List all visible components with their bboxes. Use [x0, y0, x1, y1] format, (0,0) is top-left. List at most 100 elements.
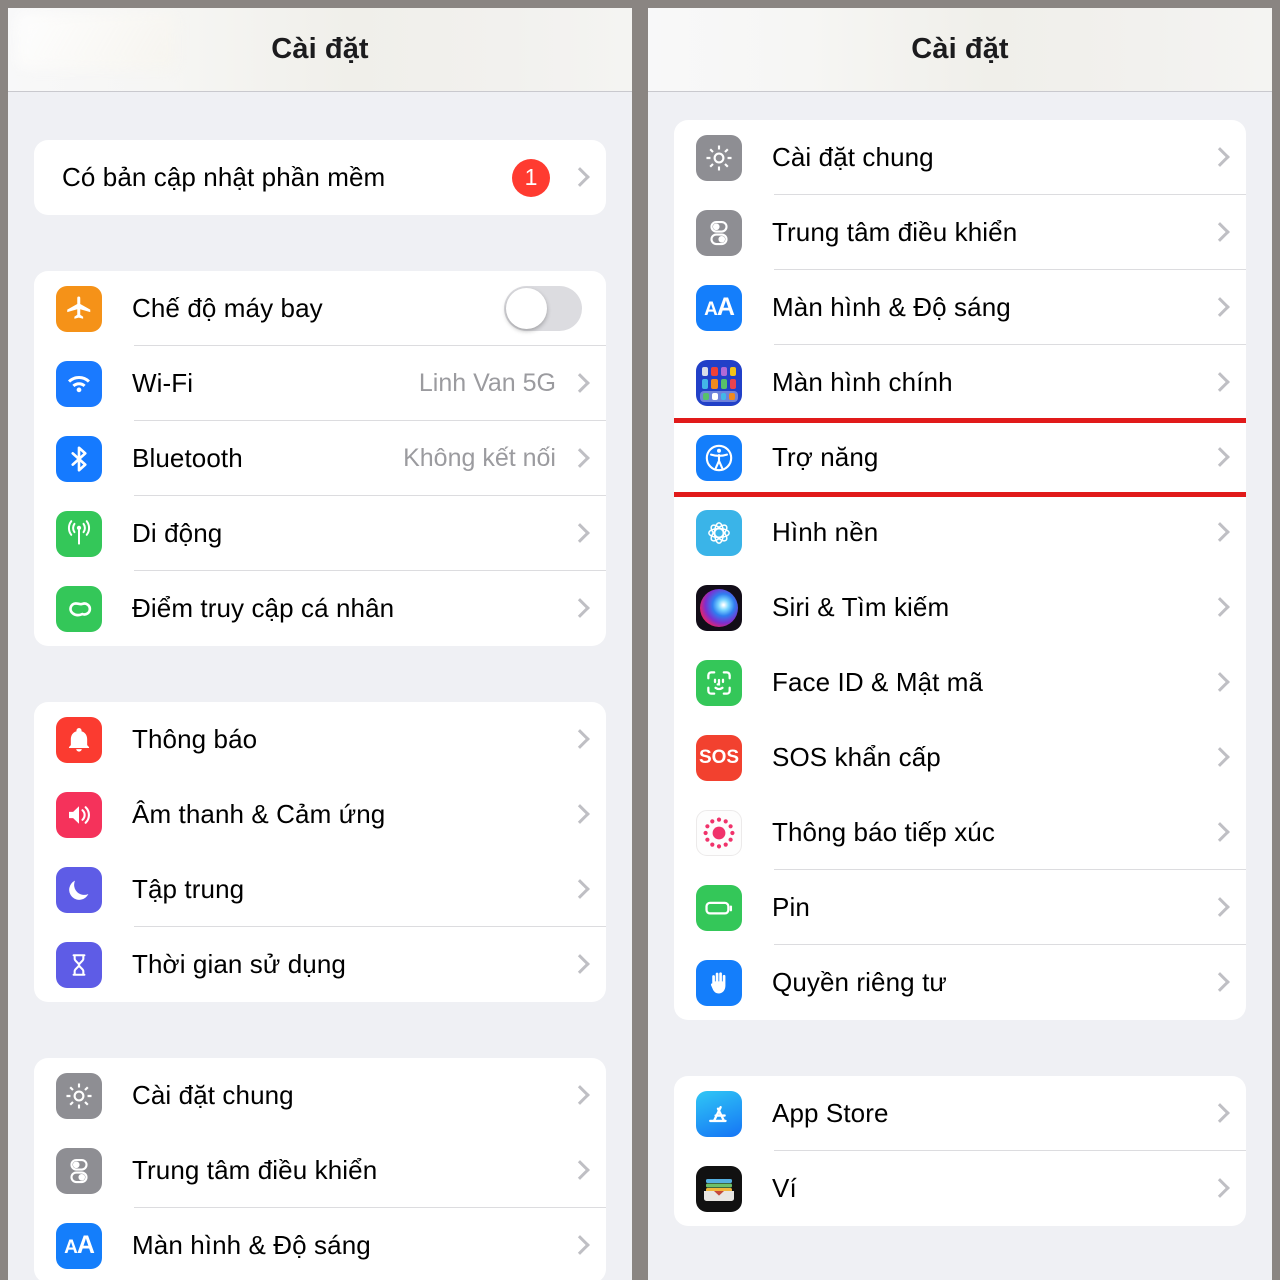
row-emergency-sos[interactable]: SOS SOS khẩn cấp: [674, 720, 1246, 795]
row-label: Thời gian sử dụng: [132, 949, 346, 979]
chevron-right-icon: [1212, 146, 1226, 170]
exposure-notification-icon: [696, 809, 742, 856]
row-label: SOS khẩn cấp: [772, 742, 941, 772]
row-value: Không kết nối: [403, 444, 556, 472]
row-label: Quyền riêng tư: [772, 967, 947, 997]
row-label: Âm thanh & Cảm ứng: [132, 799, 386, 829]
screenshot-stage: Cài đặt Có bản cập nhật phần mềm 1 Chế đ…: [0, 0, 1280, 1280]
group-notifications: Thông báo Âm thanh & Cảm ứng Tập trung T…: [34, 702, 606, 1002]
chevron-right-icon: [572, 597, 586, 621]
chevron-right-icon: [1212, 1102, 1226, 1126]
airplane-mode-toggle[interactable]: [504, 286, 582, 331]
row-label: Màn hình & Độ sáng: [132, 1230, 371, 1260]
row-label: Di động: [132, 518, 223, 548]
display-aa-icon: AA: [696, 284, 742, 331]
row-exposure-notifications[interactable]: Thông báo tiếp xúc: [674, 795, 1246, 870]
app-store-icon: [696, 1090, 742, 1137]
row-personal-hotspot[interactable]: Điểm truy cập cá nhân: [34, 571, 606, 646]
control-center-icon: [696, 209, 742, 256]
row-battery[interactable]: Pin: [674, 870, 1246, 945]
settings-panel-right: Cài đặt Cài đặt chung Trung tâm điều khi…: [648, 8, 1272, 1280]
row-label: Trung tâm điều khiển: [772, 217, 1018, 247]
chevron-right-icon: [1212, 446, 1226, 470]
chevron-right-icon: [1212, 821, 1226, 845]
row-wifi[interactable]: Wi-Fi Linh Van 5G: [34, 346, 606, 421]
chevron-right-icon: [1212, 1177, 1226, 1201]
group-system-right: Cài đặt chung Trung tâm điều khiển AA Mà…: [674, 120, 1246, 1020]
row-privacy[interactable]: Quyền riêng tư: [674, 945, 1246, 1020]
row-label: Hình nền: [772, 517, 879, 547]
row-display-brightness[interactable]: AA Màn hình & Độ sáng: [674, 270, 1246, 345]
siri-orb: [700, 588, 738, 627]
sos-icon: SOS: [696, 734, 742, 781]
row-wallpaper[interactable]: Hình nền: [674, 495, 1246, 570]
hourglass-icon: [56, 941, 102, 988]
row-airplane-mode[interactable]: Chế độ máy bay: [34, 271, 606, 346]
row-label: Siri & Tìm kiếm: [772, 592, 950, 622]
row-software-update[interactable]: Có bản cập nhật phần mềm 1: [34, 140, 606, 215]
group-stores: App Store Ví: [674, 1076, 1246, 1226]
bluetooth-icon: [56, 435, 102, 482]
row-face-id-passcode[interactable]: Face ID & Mật mã: [674, 645, 1246, 720]
chevron-right-icon: [1212, 371, 1226, 395]
navigation-bar-right: Cài đặt: [648, 8, 1272, 92]
row-label: Tập trung: [132, 874, 245, 904]
row-app-store[interactable]: App Store: [674, 1076, 1246, 1151]
battery-icon: [696, 884, 742, 931]
row-display-brightness[interactable]: AA Màn hình & Độ sáng: [34, 1208, 606, 1280]
home-grid: [696, 359, 742, 406]
settings-list-right[interactable]: Cài đặt chung Trung tâm điều khiển AA Mà…: [648, 92, 1272, 1280]
navigation-bar-left: Cài đặt: [8, 8, 632, 92]
row-value: Linh Van 5G: [418, 369, 556, 397]
gear-icon: [696, 134, 742, 181]
chevron-right-icon: [572, 878, 586, 902]
row-screen-time[interactable]: Thời gian sử dụng: [34, 927, 606, 1002]
row-label: Thông báo tiếp xúc: [772, 817, 995, 847]
row-focus[interactable]: Tập trung: [34, 852, 606, 927]
chevron-right-icon: [572, 166, 586, 190]
row-label: Wi-Fi: [132, 368, 194, 398]
row-wallet[interactable]: Ví: [674, 1151, 1246, 1226]
row-control-center[interactable]: Trung tâm điều khiển: [34, 1133, 606, 1208]
page-title-left: Cài đặt: [271, 33, 369, 65]
bell-icon: [56, 716, 102, 763]
chevron-right-icon: [1212, 971, 1226, 995]
control-center-icon: [56, 1147, 102, 1194]
row-cellular[interactable]: Di động: [34, 496, 606, 571]
row-label: Bluetooth: [132, 443, 243, 473]
chevron-right-icon: [572, 803, 586, 827]
chevron-right-icon: [572, 447, 586, 471]
row-label: Trợ năng: [772, 442, 879, 472]
chevron-right-icon: [572, 953, 586, 977]
row-notifications[interactable]: Thông báo: [34, 702, 606, 777]
row-general[interactable]: Cài đặt chung: [34, 1058, 606, 1133]
page-title-right: Cài đặt: [911, 33, 1009, 65]
siri-icon: [696, 584, 742, 631]
row-accessibility[interactable]: Trợ năng: [674, 418, 1246, 497]
row-label: Thông báo: [132, 724, 258, 754]
chevron-right-icon: [1212, 746, 1226, 770]
speaker-icon: [56, 791, 102, 838]
chevron-right-icon: [1212, 521, 1226, 545]
row-control-center[interactable]: Trung tâm điều khiển: [674, 195, 1246, 270]
row-label: Ví: [772, 1173, 797, 1203]
chevron-right-icon: [572, 372, 586, 396]
chevron-right-icon: [1212, 596, 1226, 620]
chevron-right-icon: [1212, 296, 1226, 320]
row-siri-search[interactable]: Siri & Tìm kiếm: [674, 570, 1246, 645]
row-label: App Store: [772, 1098, 889, 1128]
accessibility-icon: [696, 434, 742, 481]
chevron-right-icon: [572, 1159, 586, 1183]
row-general[interactable]: Cài đặt chung: [674, 120, 1246, 195]
chevron-right-icon: [572, 1234, 586, 1258]
settings-list-left[interactable]: Có bản cập nhật phần mềm 1 Chế độ máy ba…: [8, 92, 632, 1280]
cellular-icon: [56, 510, 102, 557]
face-id-icon: [696, 659, 742, 706]
status-badge: 1: [512, 158, 550, 197]
row-bluetooth[interactable]: Bluetooth Không kết nối: [34, 421, 606, 496]
row-label: Có bản cập nhật phần mềm: [62, 162, 386, 192]
row-sounds-haptics[interactable]: Âm thanh & Cảm ứng: [34, 777, 606, 852]
row-home-screen[interactable]: Màn hình chính: [674, 345, 1246, 420]
row-label: Pin: [772, 892, 810, 922]
chevron-right-icon: [1212, 896, 1226, 920]
